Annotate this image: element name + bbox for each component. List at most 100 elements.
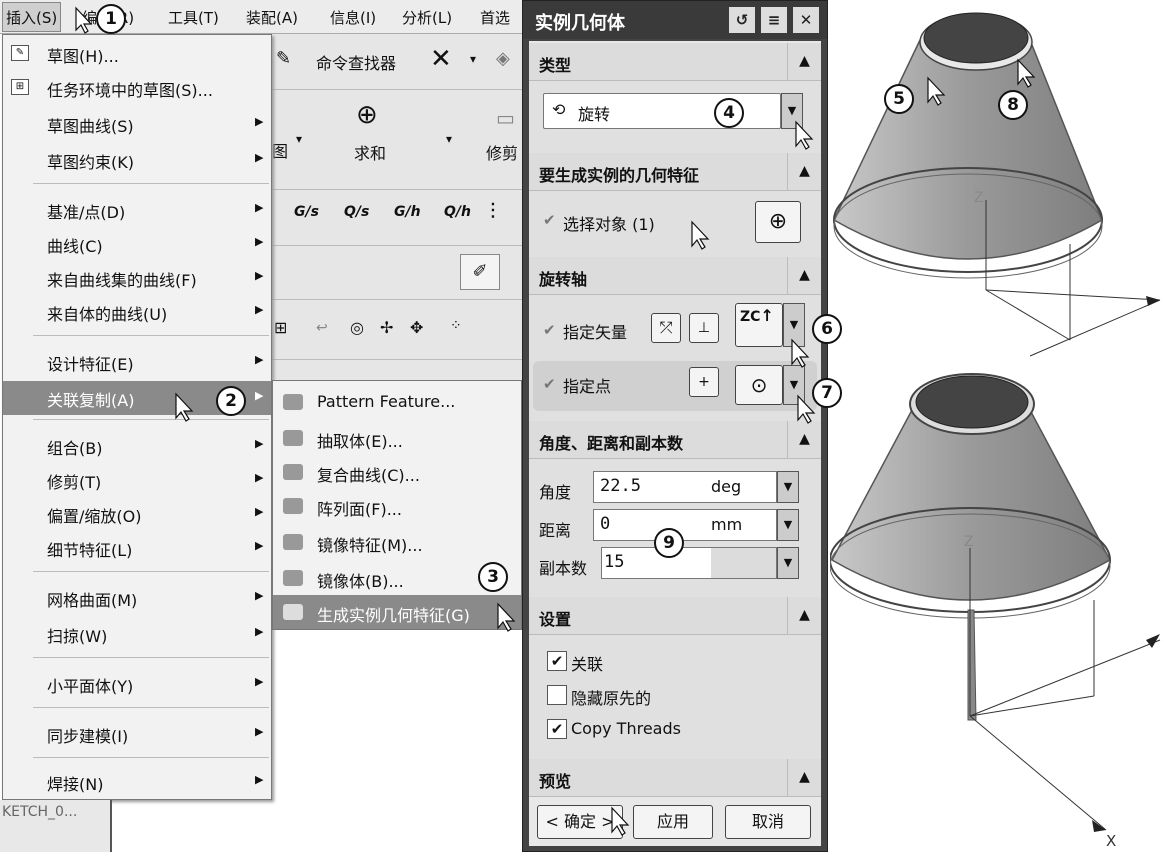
menu-item-design-feature[interactable]: 设计特征(E) ▶: [3, 345, 271, 379]
vector-dropdown[interactable]: ZC↑: [735, 303, 783, 347]
menu-item-detail-feature[interactable]: 细节特征(L) ▶: [3, 531, 271, 565]
section-axis-header[interactable]: 旋转轴 ▲: [529, 257, 821, 295]
submenu-item-pattern-feature[interactable]: Pattern Feature...: [273, 385, 521, 419]
chevron-down-icon[interactable]: ▾: [470, 52, 476, 66]
submenu-item-composite-curve[interactable]: 复合曲线(C)...: [273, 455, 521, 489]
crosshair-icon[interactable]: ⊕: [755, 201, 801, 243]
trim-icon[interactable]: ▭: [496, 106, 515, 130]
menu-separator: [33, 757, 269, 758]
menubar-assembly[interactable]: 装配(A): [246, 7, 298, 28]
hide-original-checkbox[interactable]: [547, 685, 567, 705]
chevron-up-icon[interactable]: ▲: [787, 597, 821, 635]
undo-icon[interactable]: ↩: [316, 320, 328, 336]
snap-icon[interactable]: ⊞: [274, 318, 287, 337]
chevron-down-icon[interactable]: ▼: [777, 509, 799, 541]
menu-item-sketch-constraint[interactable]: 草图约束(K) ▶: [3, 143, 271, 177]
menu-item-curve[interactable]: 曲线(C) ▶: [3, 227, 271, 261]
surface-tool-3[interactable]: G/h: [394, 204, 421, 220]
menubar-info[interactable]: 信息(I): [330, 7, 376, 28]
menu-item-mesh-surface[interactable]: 网格曲面(M) ▶: [3, 581, 271, 615]
section-type-header[interactable]: 类型 ▲: [529, 43, 821, 81]
copy-threads-checkbox[interactable]: ✔: [547, 719, 567, 739]
chevron-down-icon[interactable]: ▼: [777, 471, 799, 503]
callout-3: 3: [478, 562, 508, 592]
chevron-down-icon[interactable]: ▾: [296, 132, 302, 146]
vector-dialog-icon[interactable]: ⊥: [689, 313, 719, 343]
submenu-item-instance-geometry[interactable]: 生成实例几何特征(G): [273, 595, 521, 629]
surface-tool-4[interactable]: Q/h: [444, 204, 471, 220]
chevron-up-icon[interactable]: ▲: [787, 257, 821, 295]
view-icon[interactable]: ◎: [350, 318, 364, 337]
cone-top[interactable]: [833, 12, 1103, 279]
instance-geometry-icon: [283, 604, 303, 620]
align-icon[interactable]: ⫶: [490, 200, 496, 225]
point-dialog-icon[interactable]: +: [689, 367, 719, 397]
menu-item-facet-body[interactable]: 小平面体(Y) ▶: [3, 667, 271, 701]
menu-item-sync-modeling[interactable]: 同步建模(I) ▶: [3, 717, 271, 751]
surface-tool-2[interactable]: Q/s: [344, 204, 369, 220]
menu-item-sketch-curve[interactable]: 草图曲线(S) ▶: [3, 107, 271, 141]
tool-icon[interactable]: ◈: [496, 48, 510, 69]
menu-item-weld[interactable]: 焊接(N) ▶: [3, 765, 271, 799]
section-settings-header[interactable]: 设置 ▲: [529, 597, 821, 635]
menu-item-datum-point[interactable]: 基准/点(D) ▶: [3, 193, 271, 227]
menu-item-sketch-task[interactable]: ⊞ 任务环境中的草图(S)...: [3, 71, 271, 105]
chevron-up-icon[interactable]: ▲: [787, 43, 821, 81]
sketch-tool-icon[interactable]: ✐: [460, 254, 500, 290]
menu-item-offset-scale[interactable]: 偏置/缩放(O) ▶: [3, 497, 271, 531]
chevron-up-icon[interactable]: ▲: [787, 759, 821, 797]
associative-checkbox[interactable]: ✔: [547, 651, 567, 671]
chevron-down-icon[interactable]: ▼: [777, 547, 799, 579]
menubar-preferences[interactable]: 首选: [480, 7, 510, 28]
submenu-item-extract-body[interactable]: 抽取体(E)...: [273, 421, 521, 455]
sum-label[interactable]: 求和: [354, 140, 386, 164]
point-dropdown[interactable]: ⊙: [735, 365, 783, 405]
command-finder-icon[interactable]: ✎: [276, 48, 291, 69]
trim-label[interactable]: 修剪: [486, 140, 518, 164]
angle-unit: deg: [703, 471, 777, 503]
apply-button[interactable]: 应用: [633, 805, 713, 839]
close-icon[interactable]: ✕: [430, 44, 452, 74]
menu-item-sketch[interactable]: ✎ 草图(H)...: [3, 37, 271, 71]
point-icon[interactable]: ⁘: [450, 318, 462, 334]
chevron-down-icon[interactable]: ▾: [446, 132, 452, 146]
reset-icon[interactable]: ↺: [729, 7, 755, 33]
menu-item-sweep[interactable]: 扫掠(W) ▶: [3, 617, 271, 651]
command-finder-label[interactable]: 命令查找器: [316, 50, 396, 74]
angle-input[interactable]: 22.5: [593, 471, 703, 503]
type-dropdown[interactable]: ⟲ 旋转: [543, 93, 781, 129]
surface-tool-1[interactable]: G/s: [294, 204, 319, 220]
menu-item-curve-from-set[interactable]: 来自曲线集的曲线(F) ▶: [3, 261, 271, 295]
scene-svg: Z Z X: [829, 12, 1161, 850]
menubar-analysis[interactable]: 分析(L): [402, 7, 452, 28]
section-geometry-header[interactable]: 要生成实例的几何特征 ▲: [529, 153, 821, 191]
menu-item-combine[interactable]: 组合(B) ▶: [3, 429, 271, 463]
chevron-right-icon: ▶: [255, 269, 264, 282]
menubar-insert[interactable]: 插入(S): [2, 2, 62, 32]
select-object-label[interactable]: 选择对象 (1): [563, 211, 655, 235]
chevron-up-icon[interactable]: ▲: [787, 153, 821, 191]
chevron-down-icon[interactable]: ▼: [783, 365, 805, 405]
distance-input[interactable]: 0: [593, 509, 703, 541]
unite-icon[interactable]: ⊕: [356, 100, 378, 130]
reverse-direction-icon[interactable]: ⤱: [651, 313, 681, 343]
graphics-window[interactable]: Z Z X: [829, 0, 1164, 852]
ok-button[interactable]: < 确定 >: [537, 805, 623, 839]
section-params-header[interactable]: 角度、距离和副本数 ▲: [529, 421, 821, 459]
instance-geometry-dialog: 实例几何体 ↺ ≡ ✕ 类型 ▲ ⟲ 旋转 ▼ 要生成实例的几何特征 ▲ ✔ 选…: [522, 0, 828, 852]
chevron-down-icon[interactable]: ▼: [783, 303, 805, 347]
submenu-item-pattern-face[interactable]: 阵列面(F)...: [273, 489, 521, 523]
chevron-up-icon[interactable]: ▲: [787, 421, 821, 459]
rotate-icon[interactable]: ✥: [410, 318, 423, 337]
menubar-tools[interactable]: 工具(T): [168, 7, 219, 28]
chevron-right-icon: ▶: [255, 201, 264, 214]
cancel-button[interactable]: 取消: [725, 805, 811, 839]
menu-icon[interactable]: ≡: [761, 7, 787, 33]
submenu-item-mirror-feature[interactable]: 镜像特征(M)...: [273, 525, 521, 559]
chevron-down-icon[interactable]: ▼: [781, 93, 803, 129]
menu-item-curve-from-body[interactable]: 来自体的曲线(U) ▶: [3, 295, 271, 329]
section-preview-header[interactable]: 预览 ▲: [529, 759, 821, 797]
menu-item-trim[interactable]: 修剪(T) ▶: [3, 463, 271, 497]
close-icon[interactable]: ✕: [793, 7, 819, 33]
move-icon[interactable]: ✢: [380, 318, 393, 337]
